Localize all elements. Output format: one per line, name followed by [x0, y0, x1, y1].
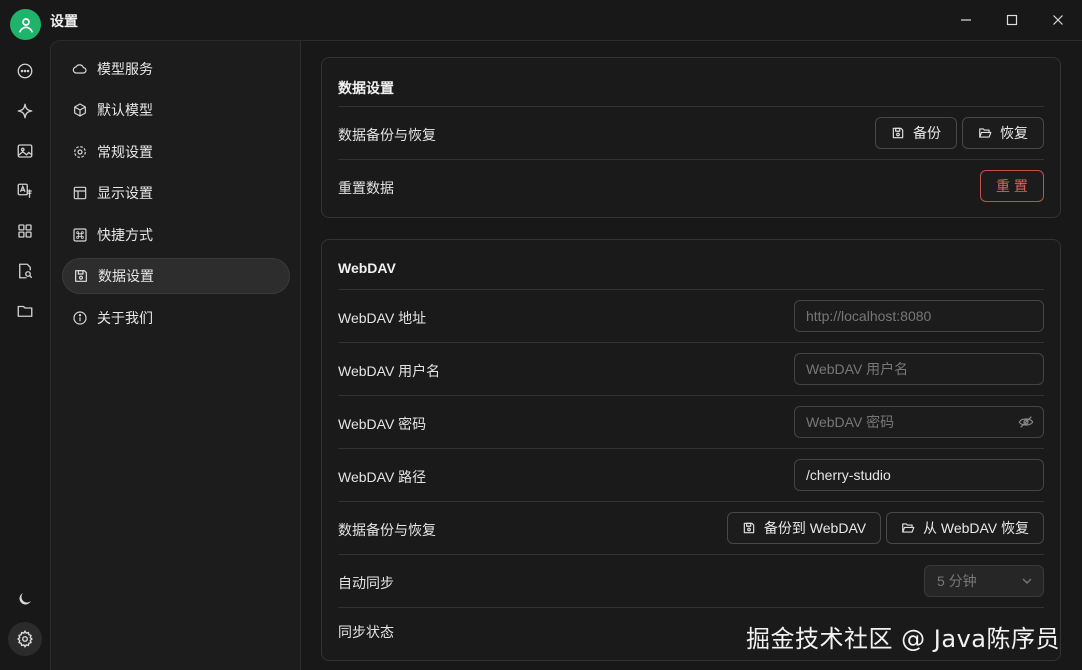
rail-image-button[interactable]: [10, 136, 40, 166]
divider: [338, 607, 1044, 608]
save-icon: [892, 127, 904, 139]
settings-content: 数据设置 数据备份与恢复 备份 恢复 重置数据 重 置 WebDAV WebDA…: [301, 40, 1082, 670]
layout-icon: [71, 184, 89, 202]
nav-item-general-settings[interactable]: 常规设置: [62, 134, 290, 170]
nav-item-default-model[interactable]: 默认模型: [62, 92, 290, 128]
nav-item-model-service[interactable]: 模型服务: [62, 51, 290, 87]
rail-sparkle-button[interactable]: [10, 96, 40, 126]
folder-open-icon: [979, 128, 992, 138]
rail-chat-button[interactable]: [10, 56, 40, 86]
autosync-label: 自动同步: [338, 575, 394, 591]
backup-button-label: 备份: [913, 125, 941, 141]
nav-item-label: 关于我们: [97, 310, 153, 326]
chat-icon: [17, 63, 33, 79]
watermark: 掘金技术社区 @ Java陈序员: [746, 625, 1060, 653]
webdav-username-label: WebDAV 用户名: [338, 363, 441, 379]
moon-icon: [19, 593, 31, 605]
settings-nav: 模型服务 默认模型 常规设置 显示设置 快捷方式 数据设置 关于我们: [50, 40, 301, 670]
apps-grid-icon: [18, 224, 32, 238]
backup-to-webdav-label: 备份到 WebDAV: [763, 520, 867, 536]
restore-from-webdav-button[interactable]: 从 WebDAV 恢复: [886, 512, 1044, 544]
webdav-username-input[interactable]: [794, 353, 1044, 385]
nav-item-about[interactable]: 关于我们: [62, 300, 290, 336]
icon-rail: [0, 40, 50, 670]
chevron-down-icon: [1022, 578, 1032, 584]
restore-from-webdav-label: 从 WebDAV 恢复: [922, 520, 1030, 536]
sync-status-label: 同步状态: [338, 624, 394, 640]
close-button[interactable]: [1043, 8, 1073, 32]
nav-item-label: 数据设置: [98, 268, 154, 284]
backup-restore-label: 数据备份与恢复: [338, 127, 436, 143]
webdav-path-input[interactable]: [794, 459, 1044, 491]
reset-data-label: 重置数据: [338, 180, 394, 196]
divider: [338, 342, 1044, 343]
rail-translate-button[interactable]: [10, 176, 40, 206]
rail-apps-button[interactable]: [10, 216, 40, 246]
user-avatar[interactable]: [10, 9, 41, 40]
backup-to-webdav-button[interactable]: 备份到 WebDAV: [727, 512, 881, 544]
cloud-icon: [71, 60, 89, 78]
webdav-address-input[interactable]: [794, 300, 1044, 332]
divider: [338, 106, 1044, 107]
gear-icon: [17, 630, 33, 648]
folder-open-icon: [902, 523, 915, 533]
close-icon: [1053, 15, 1063, 25]
theme-toggle-button[interactable]: [10, 584, 40, 614]
gear-icon: [71, 143, 89, 161]
restore-button[interactable]: 恢复: [962, 117, 1044, 149]
settings-window: 设置 模型服务 默认模型 常规设置 显示设置 快捷方式 数据设置 关于我们 数据…: [0, 0, 1082, 670]
autosync-select[interactable]: 5 分钟: [924, 565, 1044, 597]
webdav-address-label: WebDAV 地址: [338, 310, 427, 326]
nav-item-label: 快捷方式: [97, 227, 153, 243]
image-icon: [17, 144, 33, 158]
save-icon: [72, 267, 90, 285]
maximize-icon: [1006, 14, 1018, 26]
divider: [338, 159, 1044, 160]
webdav-password-input[interactable]: [794, 406, 1044, 438]
divider: [338, 289, 1044, 290]
webdav-path-label: WebDAV 路径: [338, 469, 427, 485]
nav-item-label: 常规设置: [97, 144, 153, 160]
rail-files-button[interactable]: [10, 296, 40, 326]
eye-off-icon[interactable]: [1018, 414, 1034, 430]
cube-icon: [71, 101, 89, 119]
save-icon: [743, 522, 755, 534]
rail-settings-button[interactable]: [8, 622, 42, 656]
card-title: WebDAV: [338, 260, 396, 276]
minimize-button[interactable]: [951, 8, 981, 32]
command-icon: [71, 226, 89, 244]
minimize-icon: [961, 19, 971, 21]
webdav-password-label: WebDAV 密码: [338, 416, 427, 432]
translate-icon: [17, 183, 32, 198]
info-icon: [71, 309, 89, 327]
nav-item-display-settings[interactable]: 显示设置: [62, 175, 290, 211]
title-bar: 设置: [0, 0, 1082, 40]
file-search-icon: [19, 263, 33, 279]
maximize-button[interactable]: [997, 8, 1027, 32]
card-title: 数据设置: [338, 80, 394, 96]
folder-icon: [17, 305, 33, 317]
autosync-value: 5 分钟: [937, 573, 977, 589]
webdav-backup-restore-label: 数据备份与恢复: [338, 522, 436, 538]
nav-item-label: 显示设置: [97, 185, 153, 201]
backup-button[interactable]: 备份: [875, 117, 957, 149]
nav-item-data-settings[interactable]: 数据设置: [62, 258, 290, 294]
nav-item-label: 模型服务: [97, 61, 153, 77]
window-title: 设置: [50, 13, 78, 29]
data-settings-card: 数据设置 数据备份与恢复 备份 恢复 重置数据 重 置: [321, 57, 1061, 218]
divider: [338, 501, 1044, 502]
divider: [338, 554, 1044, 555]
nav-item-label: 默认模型: [97, 102, 153, 118]
divider: [338, 448, 1044, 449]
reset-button[interactable]: 重 置: [980, 170, 1044, 202]
webdav-card: WebDAV WebDAV 地址 WebDAV 用户名 WebDAV 密码 We…: [321, 239, 1061, 661]
divider: [338, 395, 1044, 396]
sparkle-icon: [17, 103, 33, 119]
user-icon: [18, 17, 33, 33]
rail-knowledge-button[interactable]: [10, 256, 40, 286]
restore-button-label: 恢复: [1000, 125, 1028, 141]
nav-item-shortcuts[interactable]: 快捷方式: [62, 217, 290, 253]
